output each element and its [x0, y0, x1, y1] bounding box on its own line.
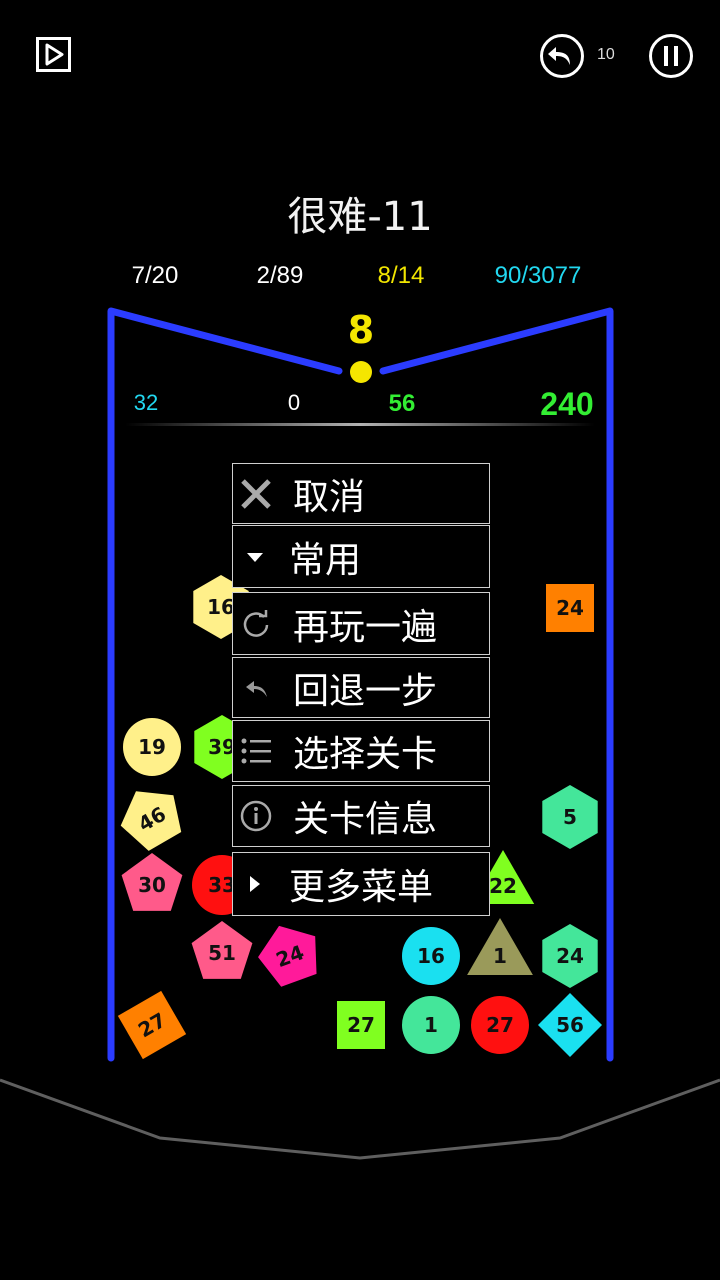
menu-common[interactable]: 常用 [232, 525, 490, 588]
menu-select-level[interactable]: 选择关卡 [232, 720, 490, 782]
menu-common-label: 常用 [289, 539, 362, 581]
block-label: 51 [208, 941, 236, 965]
menu-level-info-label: 关卡信息 [293, 799, 438, 840]
menu-more[interactable]: 更多菜单 [232, 852, 490, 916]
block-label: 30 [138, 873, 166, 897]
menu-cancel[interactable]: 取消 [232, 463, 490, 524]
undo-arrow-icon [239, 671, 273, 705]
divider-line [125, 423, 595, 426]
launcher-ball [350, 361, 372, 383]
menu-replay[interactable]: 再玩一遍 [232, 592, 490, 655]
close-icon [239, 477, 273, 511]
list-icon [239, 734, 273, 768]
triangle-right-icon [239, 867, 273, 901]
block-label: 27 [347, 1013, 375, 1037]
score-3: 56 [388, 390, 416, 417]
block-label: 19 [138, 735, 166, 759]
menu-undo-step[interactable]: 回退一步 [232, 657, 490, 718]
block-label: 22 [489, 874, 517, 898]
block-label: 16 [207, 595, 235, 619]
block-label: 24 [556, 944, 584, 968]
menu-cancel-label: 取消 [293, 476, 366, 518]
info-icon [239, 799, 273, 833]
triangle-down-icon [239, 540, 273, 574]
block-label: 1 [424, 1013, 438, 1037]
ball-count: 8 [347, 308, 375, 352]
menu-undo-step-label: 回退一步 [293, 670, 438, 712]
menu-level-info[interactable]: 关卡信息 [232, 785, 490, 847]
block-label: 56 [556, 1013, 584, 1037]
refresh-icon [239, 607, 273, 641]
score-4: 240 [540, 386, 594, 422]
block-label: 5 [563, 805, 577, 829]
block-label: 24 [556, 596, 584, 620]
score-2: 0 [287, 390, 301, 415]
block-label: 27 [486, 1013, 514, 1037]
menu-select-level-label: 选择关卡 [293, 734, 438, 775]
score-1: 32 [133, 390, 159, 415]
block-label: 1 [493, 944, 507, 968]
menu-replay-label: 再玩一遍 [293, 606, 438, 648]
floor-line [0, 1078, 720, 1160]
menu-more-label: 更多菜单 [289, 867, 434, 908]
block-label: 16 [417, 944, 445, 968]
